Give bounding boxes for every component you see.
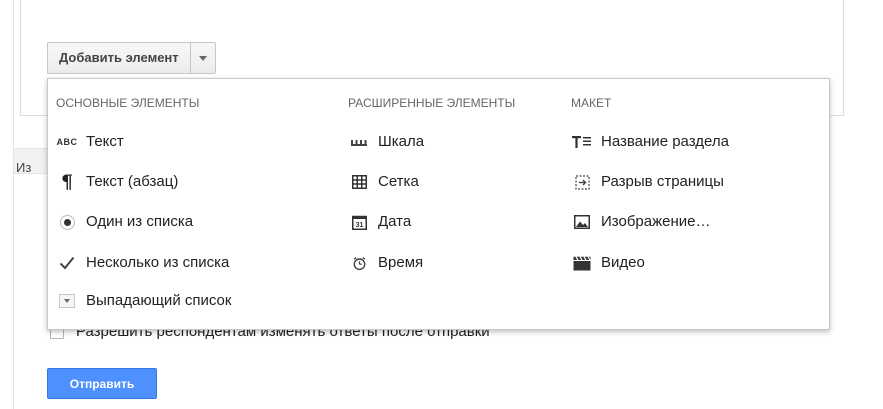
add-element-dropdown-arrow[interactable] <box>189 43 215 73</box>
menu-item-dropdown[interactable]: Выпадающий список <box>56 289 231 313</box>
left-rule <box>13 0 14 409</box>
paragraph-icon: ¶ <box>60 171 74 193</box>
chevron-down-icon <box>198 55 207 61</box>
submit-button[interactable]: Отправить <box>47 368 157 399</box>
image-icon <box>571 211 593 233</box>
menu-item-text[interactable]: ABC Текст <box>56 130 124 154</box>
menu-header-advanced: РАСШИРЕННЫЕ ЭЛЕМЕНТЫ <box>348 96 516 110</box>
add-element-button[interactable]: Добавить элемент <box>47 42 216 74</box>
calendar-icon: 31 <box>348 211 370 233</box>
radio-button-icon <box>56 211 78 233</box>
menu-item-multiple-choice[interactable]: Один из списка <box>56 210 193 234</box>
add-element-label: Добавить элемент <box>59 50 179 65</box>
page-break-icon <box>571 171 593 193</box>
menu-item-scale[interactable]: Шкала <box>348 130 424 154</box>
menu-item-paragraph[interactable]: ¶ Текст (абзац) <box>56 170 178 194</box>
menu-item-checkboxes[interactable]: Несколько из списка <box>56 251 229 275</box>
video-icon <box>571 252 593 274</box>
menu-item-section-title[interactable]: Название раздела <box>571 130 729 154</box>
abc-text-icon: ABC <box>56 137 78 147</box>
dropdown-icon <box>56 290 78 312</box>
checkmark-icon <box>56 252 78 274</box>
grid-icon <box>348 171 370 193</box>
menu-header-basic: ОСНОВНЫЕ ЭЛЕМЕНТЫ <box>56 96 200 110</box>
menu-item-grid[interactable]: Сетка <box>348 170 419 194</box>
scale-icon <box>348 131 370 153</box>
menu-header-layout: МАКЕТ <box>571 96 612 110</box>
menu-item-page-break[interactable]: Разрыв страницы <box>571 170 724 194</box>
clock-icon <box>348 252 370 274</box>
add-element-menu: ОСНОВНЫЕ ЭЛЕМЕНТЫ ABC Текст ¶ Текст (абз… <box>47 78 830 330</box>
menu-item-image[interactable]: Изображение… <box>571 210 711 234</box>
svg-text:31: 31 <box>355 222 363 229</box>
obscured-text: Из <box>16 160 32 175</box>
menu-item-video[interactable]: Видео <box>571 251 645 275</box>
menu-item-time[interactable]: Время <box>348 251 423 275</box>
menu-item-date[interactable]: 31 Дата <box>348 210 411 234</box>
section-title-icon <box>571 131 593 153</box>
